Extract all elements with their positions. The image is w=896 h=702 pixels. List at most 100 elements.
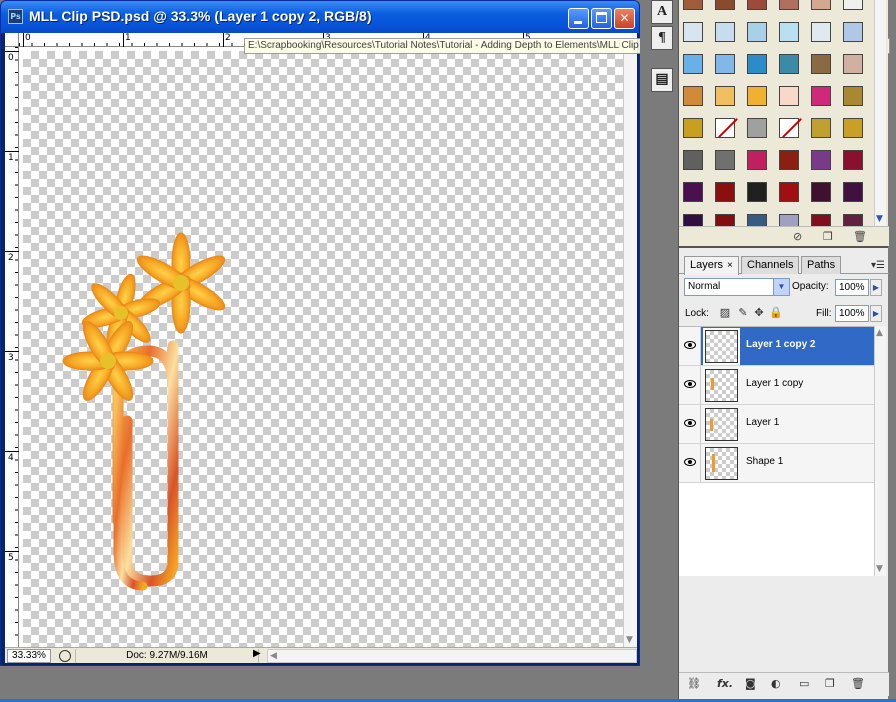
style-swatch[interactable] — [811, 22, 831, 42]
layer-name[interactable]: Layer 1 copy 2 — [746, 339, 815, 350]
close-button[interactable]: ✕ — [614, 8, 635, 29]
style-swatch[interactable] — [683, 0, 703, 10]
blend-mode-select[interactable]: Normal ▼ — [684, 278, 790, 296]
style-swatch[interactable] — [747, 0, 767, 10]
style-swatch[interactable] — [779, 86, 799, 106]
layer-thumbnail[interactable] — [705, 408, 738, 441]
style-swatch[interactable] — [747, 150, 767, 170]
minimize-button[interactable] — [568, 8, 589, 29]
layer-thumbnail[interactable] — [705, 447, 738, 480]
style-swatch[interactable] — [683, 22, 703, 42]
visibility-toggle[interactable] — [679, 405, 701, 443]
adjustment-icon[interactable]: ◐ — [771, 677, 781, 690]
ruler-origin[interactable] — [5, 33, 19, 47]
new-layer-icon[interactable]: ❐ — [825, 677, 835, 690]
visibility-toggle[interactable] — [679, 327, 701, 365]
style-swatch[interactable] — [843, 118, 863, 138]
style-swatch[interactable] — [715, 22, 735, 42]
link-icon[interactable]: ⛓ — [687, 677, 701, 690]
layer-row[interactable]: Layer 1 copy 2 — [679, 327, 875, 366]
style-swatch[interactable] — [779, 150, 799, 170]
layer-row[interactable]: Shape 1 — [679, 444, 875, 483]
layer-row[interactable]: Layer 1 — [679, 405, 875, 444]
style-swatch[interactable] — [683, 118, 703, 138]
delete-style-icon[interactable]: 🗑 — [853, 230, 867, 243]
status-info-icon[interactable] — [59, 650, 71, 662]
style-swatch[interactable] — [811, 182, 831, 202]
palette-icon[interactable]: ▤ — [651, 68, 673, 92]
styles-scrollbar[interactable]: ▼ — [874, 0, 886, 226]
style-swatch[interactable] — [715, 150, 735, 170]
layer-thumbnail[interactable] — [703, 328, 740, 365]
no-style-swatch[interactable] — [715, 118, 735, 138]
style-swatch[interactable] — [811, 86, 831, 106]
style-swatch[interactable] — [747, 86, 767, 106]
style-swatch[interactable] — [811, 118, 831, 138]
paragraph-icon[interactable]: ¶ — [651, 26, 673, 50]
style-swatch[interactable] — [843, 54, 863, 74]
close-tab-icon[interactable]: × — [727, 260, 733, 271]
scroll-up-icon[interactable]: ▲ — [876, 328, 883, 338]
tab-layers[interactable]: Layers × — [684, 256, 739, 275]
style-swatch[interactable] — [843, 0, 863, 10]
style-swatch[interactable] — [747, 22, 767, 42]
visibility-toggle[interactable] — [679, 366, 701, 404]
style-swatch[interactable] — [715, 54, 735, 74]
style-swatch[interactable] — [683, 150, 703, 170]
style-swatch[interactable] — [843, 182, 863, 202]
lock-position-icon[interactable]: ✥ — [753, 307, 765, 319]
document-horizontal-scrollbar[interactable]: ◀ — [267, 649, 637, 663]
tab-channels[interactable]: Channels — [741, 256, 800, 274]
new-style-icon[interactable]: ❐ — [823, 230, 833, 243]
style-swatch[interactable] — [715, 182, 735, 202]
layer-name[interactable]: Layer 1 copy — [746, 378, 803, 389]
tab-paths[interactable]: Paths — [801, 256, 842, 274]
maximize-button[interactable] — [591, 8, 612, 29]
status-menu-arrow-icon[interactable]: ▶ — [253, 648, 261, 659]
layer-row[interactable]: Layer 1 copy — [679, 366, 875, 405]
style-swatch[interactable] — [779, 22, 799, 42]
mask-icon[interactable]: ◙ — [745, 677, 756, 690]
lock-all-icon[interactable]: 🔒 — [769, 307, 783, 319]
scroll-down-icon[interactable]: ▼ — [876, 564, 883, 574]
layers-scrollbar[interactable]: ▲ ▼ — [874, 326, 886, 576]
layer-name[interactable]: Shape 1 — [746, 456, 783, 467]
style-swatch[interactable] — [683, 54, 703, 74]
style-swatch[interactable] — [715, 0, 735, 10]
style-swatch[interactable] — [779, 182, 799, 202]
transparent-canvas[interactable] — [23, 51, 623, 651]
layer-name[interactable]: Layer 1 — [746, 417, 779, 428]
fill-field[interactable]: 100% — [835, 305, 869, 322]
opacity-field[interactable]: 100% — [835, 279, 869, 296]
style-swatch[interactable] — [843, 22, 863, 42]
style-swatch[interactable] — [747, 54, 767, 74]
document-vertical-scrollbar[interactable]: ▼ — [623, 47, 637, 647]
style-swatch[interactable] — [811, 54, 831, 74]
fx-icon[interactable]: fx. — [717, 677, 733, 690]
style-swatch[interactable] — [747, 118, 767, 138]
style-swatch[interactable] — [843, 86, 863, 106]
fill-slider-arrow-icon[interactable]: ▶ — [870, 305, 882, 322]
style-swatch[interactable] — [747, 182, 767, 202]
document-titlebar[interactable]: Ps MLL Clip PSD.psd @ 33.3% (Layer 1 cop… — [1, 1, 639, 33]
style-swatch[interactable] — [779, 54, 799, 74]
style-swatch[interactable] — [843, 150, 863, 170]
opacity-slider-arrow-icon[interactable]: ▶ — [870, 279, 882, 296]
panel-menu-icon[interactable]: ▾☰ — [871, 260, 885, 271]
style-swatch[interactable] — [683, 86, 703, 106]
scroll-down-icon[interactable]: ▼ — [626, 635, 633, 645]
scroll-down-icon[interactable]: ▼ — [876, 214, 883, 224]
trash-icon[interactable]: 🗑 — [851, 677, 865, 690]
zoom-level-field[interactable]: 33.33% — [7, 649, 51, 663]
visibility-toggle[interactable] — [679, 444, 701, 482]
layer-thumbnail[interactable] — [705, 369, 738, 402]
style-swatch[interactable] — [811, 150, 831, 170]
clear-style-icon[interactable]: ⊘ — [793, 230, 802, 243]
style-swatch[interactable] — [683, 182, 703, 202]
lock-image-icon[interactable]: ✎ — [737, 307, 749, 319]
no-style-swatch[interactable] — [779, 118, 799, 138]
vertical-ruler[interactable]: 0 1 2 3 4 5 — [5, 47, 19, 647]
lock-transparency-icon[interactable]: ▨ — [719, 307, 731, 319]
scroll-left-icon[interactable]: ◀ — [270, 651, 277, 661]
type-tool-icon[interactable]: A — [651, 0, 673, 24]
